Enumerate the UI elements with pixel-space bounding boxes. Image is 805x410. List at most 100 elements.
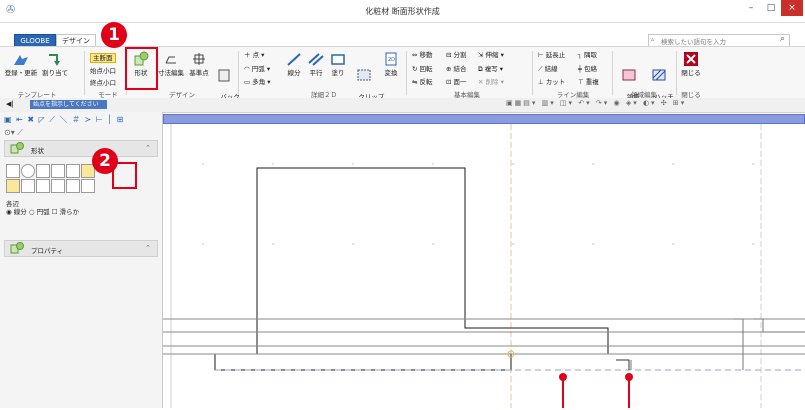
chamfer-tool[interactable]: ┐ 隅取 [578,51,597,59]
grid-dots [202,163,754,245]
fill-button[interactable]: 塗り [328,51,348,77]
collapse-icon[interactable]: ⌃ [145,144,151,152]
close-button[interactable]: 閉じる [678,51,704,77]
fill-icon [331,54,345,65]
delete-tool[interactable]: ✕ 削除 ▾ [478,78,504,86]
split-label: 分割 [453,51,467,59]
extend-label: 延長止 [545,51,566,59]
prompt-label: 始点を指示してください [30,100,107,109]
connect-tool[interactable]: ⟋ 結線 [538,65,558,73]
base-point-button[interactable]: 基準点 [186,51,212,77]
arc-radio-label: 円弧 [36,208,50,216]
snap-toolbar[interactable]: ▣ ⇤ ✖ ◸ ⟋ ＼ ＃ ≻ ⊢ │ ⊞ [4,114,124,125]
line-shape-button[interactable] [21,179,35,193]
rect-shape-button[interactable] [6,164,20,178]
back-display-icon [218,69,230,82]
circle-shape-button[interactable] [21,164,35,178]
join-label: 結合 [453,65,467,73]
move-tool[interactable]: ⇔ 移動 [412,51,433,59]
extend-tool[interactable]: ⊢ 延長止 [538,51,565,59]
view-tools[interactable]: ▣▦▤▾ ▥▾ ◫▾ ↶▾ ↷▾ ◉ ◈▾ ◐▾ ✣ ⊞▾ [506,99,796,110]
overlap-tool[interactable]: ⊤ 重複 [578,78,599,86]
ribbon-separator [406,51,407,95]
segment-radio[interactable]: ◉ 線分 [6,208,27,216]
base-point-label: 基準点 [189,69,209,77]
arc-label: 円弧 [251,65,265,73]
collapse-icon[interactable]: ⌃ [145,244,151,252]
search-input[interactable]: 検索したい語句を入力 [661,36,726,46]
property-panel-icon [10,242,24,254]
circle-arc-shape-button[interactable] [51,179,65,193]
drawing-canvas[interactable] [163,124,805,408]
line-label: 線分 [287,69,301,77]
horizontal-scrollbar[interactable] [163,114,805,124]
assign-button[interactable]: 割り当て [40,51,70,77]
polyline-shape-button[interactable] [6,179,20,193]
polygon-tool[interactable]: ▭ 多角 ▾ [244,78,271,86]
register-update-button[interactable]: 登録・更新 [4,51,38,77]
window-title: 化粧材 断面形状作成 [365,7,440,16]
snap-toolbar-2[interactable]: ⊙▾ ⟋ [4,128,23,138]
diamond-shape-button[interactable] [81,179,95,193]
line-segment-button[interactable]: 線分 [284,51,304,77]
cut-tool[interactable]: ⊥ カット [538,78,565,86]
command-toolbar: ◀| 始点を指示してください ▣▦▤▾ ▥▾ ◫▾ ↶▾ ↷▾ ◉ ◈▾ ◐▾ … [0,98,805,113]
parallel-button[interactable]: 平行 [306,51,326,77]
arc-radio[interactable]: ○ 円弧 [29,208,50,216]
arc-shape-button[interactable] [36,179,50,193]
rotate-label: 回転 [419,65,433,73]
smooth-checkbox[interactable]: ☐ 滑らか [52,208,79,216]
property-panel-title: プロパティ [31,247,64,255]
convert-label: 変換 [384,69,398,77]
point-tool[interactable]: ＋ 点 ▾ [244,51,264,59]
stretch-label: 伸縮 [485,51,499,59]
assign-label: 割り当て [42,69,68,77]
polygon-label: 多角 [252,78,266,86]
ribbon-separator [238,51,239,95]
chamfer-label: 隅取 [583,51,597,59]
undo-arrow-icon[interactable]: ◀| [6,100,14,108]
wrap-label: 包絡 [583,65,597,73]
unify-tool[interactable]: ⊡ 面一 [446,78,467,86]
wrap-tool[interactable]: ╪ 包絡 [578,65,597,73]
smooth-checkbox-label: 滑らか [59,208,80,216]
polygon-shape-button[interactable] [51,164,65,178]
mirror-tool[interactable]: ⇋ 反転 [412,78,433,86]
property-panel-header[interactable]: プロパティ ⌃ [4,240,158,257]
base-point-icon [193,53,205,65]
close-window-button[interactable]: × [781,0,803,16]
hatch-icon [652,69,666,81]
segment-radio-label: 線分 [13,208,27,216]
highlight-shape-tool [112,162,137,189]
mode-end-end[interactable]: 終点小口 [90,79,116,87]
shape-panel-title: 形状 [31,147,44,155]
ribbon-separator [532,51,533,95]
profile-shape-button[interactable] [36,164,50,178]
overlap-label: 重複 [585,78,599,86]
register-icon [14,55,28,65]
split-tool[interactable]: ⊟ 分割 [446,51,467,59]
ribbon-separator [676,51,677,95]
search-icon[interactable]: ⌕ [780,34,785,44]
move-label: 移動 [419,51,433,59]
arc-tool[interactable]: ◠ 円弧 ▾ [244,65,270,73]
point-label: 点 [252,51,260,59]
unify-label: 面一 [453,78,467,86]
fan-shape-button[interactable] [66,179,80,193]
dimension-edit-button[interactable]: 寸法編集 [156,51,186,77]
stretch-tool[interactable]: ⇲ 伸縮 ▾ [478,51,504,59]
minimize-button[interactable]: – [741,0,761,16]
parallel-icon [308,53,324,66]
maximize-button[interactable]: □ [761,0,781,16]
assign-icon [49,54,60,66]
mode-start-end[interactable]: 始点小口 [90,67,116,75]
join-tool[interactable]: ⊕ 結合 [446,65,467,73]
rotate-tool[interactable]: ↻ 回転 [412,65,433,73]
bell-icon: ▵ [651,36,655,43]
convert-button[interactable]: 2D 変換 [380,51,402,77]
shape-panel-header[interactable]: 形状 ⌃ [4,140,158,157]
copy-tool[interactable]: ⧉ 複写 ▾ [478,65,503,73]
dimension-icon [165,56,176,64]
mode-main-section[interactable]: 主断面 [90,53,116,63]
molding-shape-button[interactable] [66,164,80,178]
